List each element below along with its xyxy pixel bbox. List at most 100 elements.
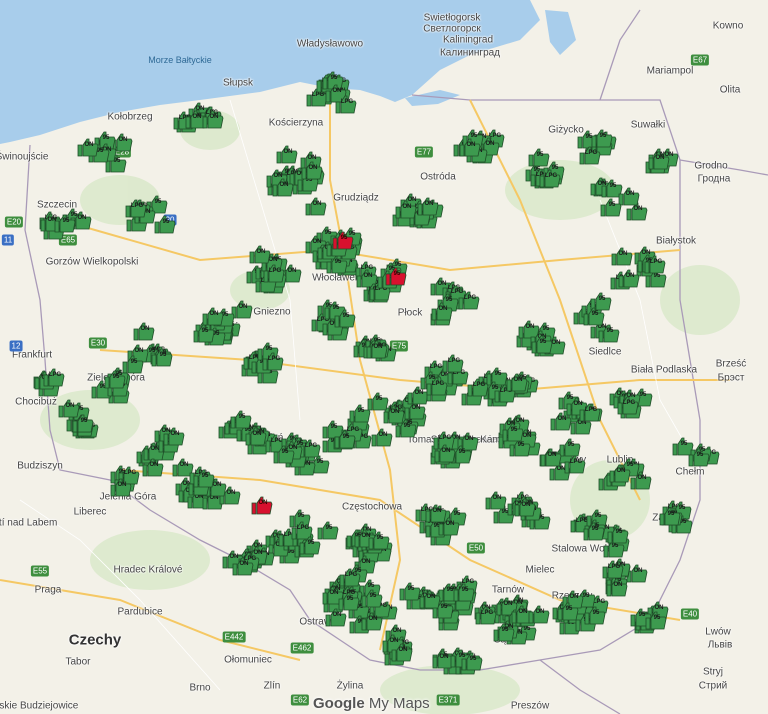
fuel-station-marker[interactable]: ON bbox=[305, 196, 327, 216]
fuel-station-marker[interactable]: 95 bbox=[338, 591, 360, 611]
fuel-station-marker[interactable]: 95 bbox=[584, 605, 606, 625]
fuel-station-marker[interactable]: 95 bbox=[299, 535, 321, 555]
fuel-station-marker[interactable]: ON bbox=[301, 160, 323, 180]
fuel-station-marker[interactable]: 95 bbox=[688, 447, 710, 467]
fuel-station-marker[interactable]: LPG bbox=[125, 198, 147, 218]
fuel-station-marker[interactable]: ON bbox=[514, 497, 536, 517]
fuel-station-marker[interactable]: ON bbox=[391, 642, 413, 662]
fuel-station-marker[interactable]: ON bbox=[459, 137, 481, 157]
fuel-station-marker[interactable]: 95 bbox=[583, 306, 605, 326]
fuel-station-marker[interactable]: ON bbox=[618, 268, 640, 288]
fuel-station-marker[interactable]: ON bbox=[506, 372, 528, 392]
fuel-station-marker[interactable]: LPG bbox=[426, 376, 448, 396]
fuel-station-marker[interactable]: ON bbox=[366, 339, 388, 359]
fuel-station-marker[interactable]: ON bbox=[202, 306, 224, 326]
highlighted-station-marker[interactable]: 95 bbox=[385, 266, 407, 286]
fuel-station-marker[interactable]: LPG bbox=[339, 567, 361, 587]
fuel-station-marker[interactable]: 95 bbox=[151, 347, 173, 367]
fuel-station-marker[interactable]: ON bbox=[395, 199, 417, 219]
fuel-station-marker[interactable]: ON bbox=[58, 398, 80, 418]
fuel-station-marker[interactable]: ON bbox=[528, 604, 550, 624]
map-canvas[interactable]: Słupsk Kościerzyna Władysławowo Kołobrzeg Św… bbox=[0, 0, 768, 714]
fuel-station-marker[interactable]: ON bbox=[438, 516, 460, 536]
fuel-station-marker[interactable]: LPG bbox=[43, 367, 65, 387]
fuel-station-marker[interactable]: ON bbox=[609, 463, 631, 483]
fuel-station-marker[interactable]: 95 bbox=[607, 524, 629, 544]
fuel-station-marker[interactable]: 95 bbox=[399, 581, 421, 601]
small-label: Kościerzyna bbox=[268, 117, 324, 129]
marker-fuel-label: LPG bbox=[584, 150, 598, 156]
highlighted-station-marker[interactable]: ON bbox=[251, 495, 273, 515]
fuel-station-marker[interactable]: LPG bbox=[442, 353, 464, 373]
fuel-station-marker[interactable]: ON bbox=[485, 490, 507, 510]
fuel-station-marker[interactable]: 95 bbox=[461, 651, 483, 671]
fuel-station-marker[interactable]: ON bbox=[630, 470, 652, 490]
fuel-station-marker[interactable]: 95 bbox=[193, 323, 215, 343]
marker-fuel-label: 95 bbox=[112, 374, 120, 380]
fuel-station-marker[interactable]: ON bbox=[431, 301, 453, 321]
marker-fuel-label: ON bbox=[256, 249, 266, 255]
fuel-station-marker[interactable]: 95 bbox=[453, 582, 475, 602]
fuel-station-marker[interactable]: LPG bbox=[579, 145, 601, 165]
fuel-station-marker[interactable]: LPG bbox=[539, 168, 561, 188]
fuel-station-marker[interactable]: ON bbox=[550, 411, 572, 431]
fuel-station-marker[interactable]: 95 bbox=[598, 323, 620, 343]
fuel-station-marker[interactable]: 95 bbox=[368, 530, 390, 550]
fuel-station-marker[interactable]: 95 bbox=[361, 588, 383, 608]
fuel-station-marker[interactable]: ON bbox=[361, 611, 383, 631]
fuel-station-marker[interactable]: 95 bbox=[54, 213, 76, 233]
fuel-station-marker[interactable]: ON bbox=[606, 577, 628, 597]
fuel-station-marker[interactable]: ON bbox=[276, 144, 298, 164]
fuel-station-marker[interactable]: ON bbox=[77, 137, 99, 157]
fuel-station-marker[interactable]: 95 bbox=[583, 521, 605, 541]
fuel-station-marker[interactable]: ON bbox=[163, 426, 185, 446]
fuel-station-marker[interactable]: ON bbox=[371, 427, 393, 447]
fuel-station-marker[interactable]: LPG bbox=[644, 254, 666, 274]
fuel-station-marker[interactable]: 95 bbox=[659, 506, 681, 526]
fuel-station-marker[interactable]: ON bbox=[232, 556, 254, 576]
fuel-station-marker[interactable]: LPG bbox=[602, 559, 624, 579]
fuel-station-marker[interactable]: 95 bbox=[502, 422, 524, 442]
fuel-station-marker[interactable]: ON bbox=[434, 443, 456, 463]
fuel-station-marker[interactable]: 95 bbox=[493, 622, 515, 642]
fuel-station-marker[interactable]: LPG bbox=[617, 395, 639, 415]
fuel-station-marker[interactable]: LPG bbox=[262, 351, 284, 371]
fuel-station-marker[interactable]: ON bbox=[202, 109, 224, 129]
fuel-station-marker[interactable]: ON bbox=[419, 589, 441, 609]
fuel-station-marker[interactable]: ON bbox=[249, 244, 271, 264]
marker-fuel-label: 95 bbox=[342, 313, 350, 319]
fuel-station-marker[interactable]: ON bbox=[142, 457, 164, 477]
fuel-station-marker[interactable]: LPG bbox=[263, 263, 285, 283]
fuel-station-marker[interactable]: 95 bbox=[104, 369, 126, 389]
marker-fuel-label: ON bbox=[633, 206, 643, 212]
fuel-station-marker[interactable]: LPG bbox=[579, 402, 601, 422]
fuel-station-marker[interactable]: ON bbox=[611, 246, 633, 266]
fuel-station-marker[interactable]: LPG bbox=[564, 454, 586, 474]
marker-fuel-label: ON bbox=[464, 436, 474, 442]
highlighted-station-marker[interactable]: 95 bbox=[332, 230, 354, 250]
marker-fuel-label: LPG bbox=[607, 564, 621, 570]
fuel-station-marker[interactable]: LPG bbox=[335, 94, 357, 114]
marker-fuel-label: 95 bbox=[592, 610, 600, 616]
fuel-station-marker[interactable]: ON bbox=[110, 477, 132, 497]
fuel-station-marker[interactable]: ON bbox=[383, 404, 405, 424]
marker-fuel-label: 95 bbox=[130, 359, 138, 365]
fuel-station-marker[interactable]: 95 bbox=[600, 197, 622, 217]
fuel-station-marker[interactable]: 95 bbox=[645, 610, 667, 630]
fuel-station-marker[interactable]: 95 bbox=[334, 429, 356, 449]
fuel-station-marker[interactable]: ON bbox=[272, 177, 294, 197]
fuel-station-marker[interactable]: ON bbox=[245, 426, 267, 446]
fuel-station-marker[interactable]: 95 bbox=[273, 444, 295, 464]
fuel-station-marker[interactable]: 95 bbox=[334, 308, 356, 328]
fuel-station-marker[interactable]: ON bbox=[648, 150, 670, 170]
fuel-station-marker[interactable]: ON bbox=[133, 321, 155, 341]
fuel-station-marker[interactable]: ON bbox=[417, 196, 439, 216]
fuel-station-marker[interactable]: 95 bbox=[154, 214, 176, 234]
marker-fuel-label: 95 bbox=[517, 442, 525, 448]
fuel-station-marker[interactable]: ON bbox=[540, 447, 562, 467]
fuel-station-marker[interactable]: 95 bbox=[193, 468, 215, 488]
fuel-station-marker[interactable]: 95 bbox=[557, 601, 579, 621]
fuel-station-marker[interactable]: 95 bbox=[531, 334, 553, 354]
fuel-station-marker[interactable]: LPG bbox=[458, 290, 480, 310]
fuel-station-marker[interactable]: LPG bbox=[467, 377, 489, 397]
